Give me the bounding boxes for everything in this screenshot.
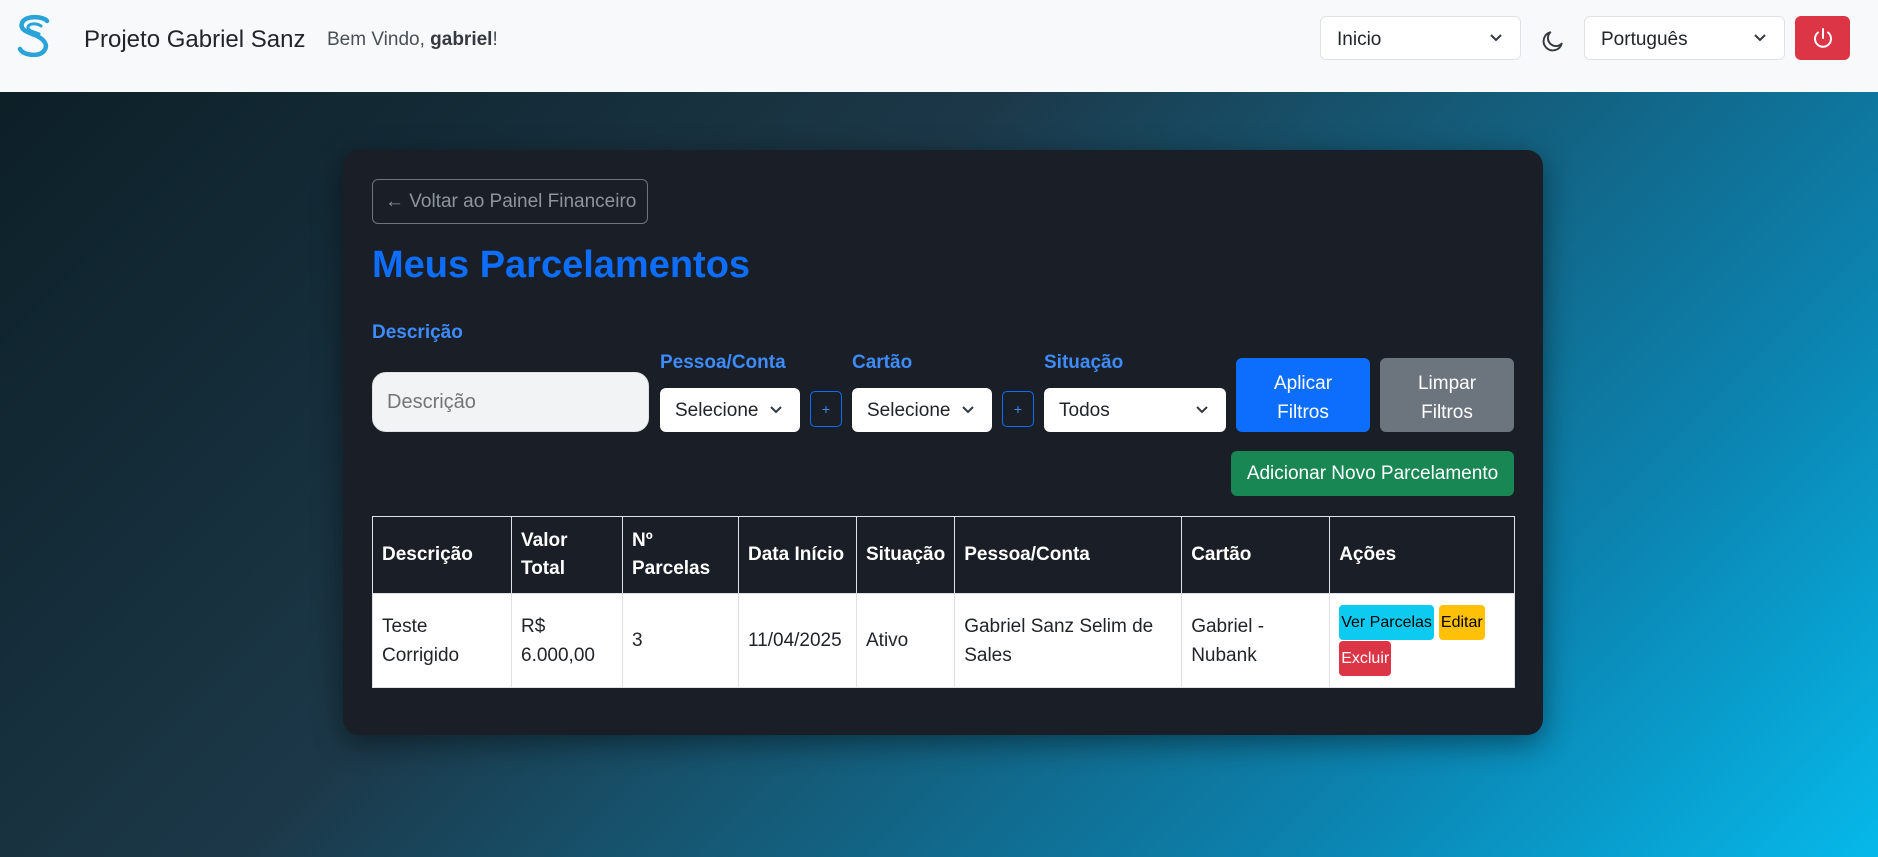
- pessoa-filter-select[interactable]: Selecione: [660, 388, 800, 432]
- cell-situacao: Ativo: [855, 593, 956, 688]
- logo-s-icon[interactable]: [15, 13, 55, 57]
- welcome-suffix: !: [492, 29, 498, 50]
- clear-filters-label-line2: Filtros: [1421, 402, 1473, 423]
- page-nav-select-value: Inicio: [1337, 29, 1382, 50]
- apply-filters-button[interactable]: Aplicar Filtros: [1236, 358, 1370, 432]
- top-navbar: Projeto Gabriel Sanz Bem Vindo, gabriel!…: [0, 0, 1878, 92]
- back-to-dashboard-button[interactable]: ← Voltar ao Painel Financeiro: [372, 179, 648, 224]
- cell-pessoa: Gabriel Sanz Selim de Sales: [954, 593, 1183, 688]
- cell-data: 11/04/2025: [738, 593, 857, 688]
- delete-button[interactable]: Excluir: [1339, 640, 1392, 676]
- edit-button[interactable]: Editar: [1438, 604, 1485, 640]
- username: gabriel: [430, 29, 493, 50]
- description-filter-label: Descrição: [372, 322, 463, 343]
- brand-title[interactable]: Projeto Gabriel Sanz: [84, 26, 305, 54]
- situacao-filter-value: Todos: [1059, 400, 1110, 421]
- column-header-parcelas-line2: Parcelas: [632, 558, 711, 579]
- column-header-cartao[interactable]: Cartão: [1181, 516, 1331, 594]
- column-header-valor-line2: Total: [521, 558, 565, 579]
- pessoa-filter-label: Pessoa/Conta: [660, 352, 786, 373]
- pessoa-filter-value: Selecione: [675, 400, 759, 421]
- situacao-filter-select[interactable]: Todos: [1044, 388, 1226, 432]
- chevron-down-icon: [1490, 34, 1502, 42]
- description-filter-input[interactable]: [372, 372, 649, 432]
- apply-filters-label-line1: Aplicar: [1273, 373, 1333, 394]
- column-header-valor-line1: Valor: [521, 530, 568, 551]
- cartao-filter-select[interactable]: Selecione: [852, 388, 992, 432]
- page-title: Meus Parcelamentos: [372, 244, 751, 286]
- column-header-valor[interactable]: Valor Total: [511, 516, 623, 594]
- column-header-situacao[interactable]: Situação: [855, 516, 956, 594]
- table-row: Teste Corrigido R$ 6.000,00 3 11/04/2025…: [372, 593, 1515, 688]
- cell-descricao: Teste Corrigido: [372, 593, 512, 688]
- chevron-down-icon: [770, 406, 782, 414]
- view-installments-button[interactable]: Ver Parcelas: [1339, 604, 1434, 640]
- cell-parcelas: 3: [622, 593, 739, 688]
- column-header-parcelas-line1: Nº: [632, 530, 653, 551]
- installments-table: Descrição Valor Total Nº Parcelas Data Iní…: [372, 516, 1515, 688]
- column-header-data[interactable]: Data Início: [738, 516, 857, 594]
- column-header-descricao[interactable]: Descrição: [372, 516, 512, 594]
- add-pessoa-button[interactable]: +: [810, 391, 842, 427]
- welcome-prefix: Bem Vindo,: [327, 29, 431, 50]
- language-select[interactable]: Português: [1584, 16, 1785, 60]
- language-select-value: Português: [1601, 29, 1688, 50]
- power-icon: [1814, 28, 1832, 48]
- column-header-parcelas[interactable]: Nº Parcelas: [622, 516, 739, 594]
- cell-acoes: Ver Parcelas Editar Excluir: [1329, 593, 1515, 688]
- apply-filters-label-line2: Filtros: [1277, 402, 1329, 423]
- logout-button[interactable]: [1795, 16, 1850, 60]
- column-header-acoes: Ações: [1329, 516, 1515, 594]
- cartao-filter-value: Selecione: [867, 400, 951, 421]
- clear-filters-label-line1: Limpar: [1417, 373, 1477, 394]
- column-header-pessoa[interactable]: Pessoa/Conta: [954, 516, 1183, 594]
- cell-cartao: Gabriel - Nubank: [1181, 593, 1331, 688]
- cell-valor: R$ 6.000,00: [511, 593, 623, 688]
- table-header-row: Descrição Valor Total Nº Parcelas Data Iní…: [372, 516, 1515, 594]
- situacao-filter-label: Situação: [1044, 352, 1124, 373]
- chevron-down-icon: [1754, 34, 1766, 42]
- add-installment-button[interactable]: Adicionar Novo Parcelamento: [1231, 451, 1514, 496]
- page-nav-select[interactable]: Inicio: [1320, 16, 1521, 60]
- chevron-down-icon: [962, 406, 974, 414]
- welcome-message: Bem Vindo, gabriel!: [327, 29, 498, 51]
- moon-icon[interactable]: [1540, 28, 1566, 54]
- installments-card: ← Voltar ao Painel Financeiro Meus Parce…: [343, 150, 1543, 735]
- clear-filters-button[interactable]: Limpar Filtros: [1380, 358, 1514, 432]
- cartao-filter-label: Cartão: [852, 352, 913, 373]
- chevron-down-icon: [1196, 406, 1208, 414]
- add-cartao-button[interactable]: +: [1002, 391, 1034, 427]
